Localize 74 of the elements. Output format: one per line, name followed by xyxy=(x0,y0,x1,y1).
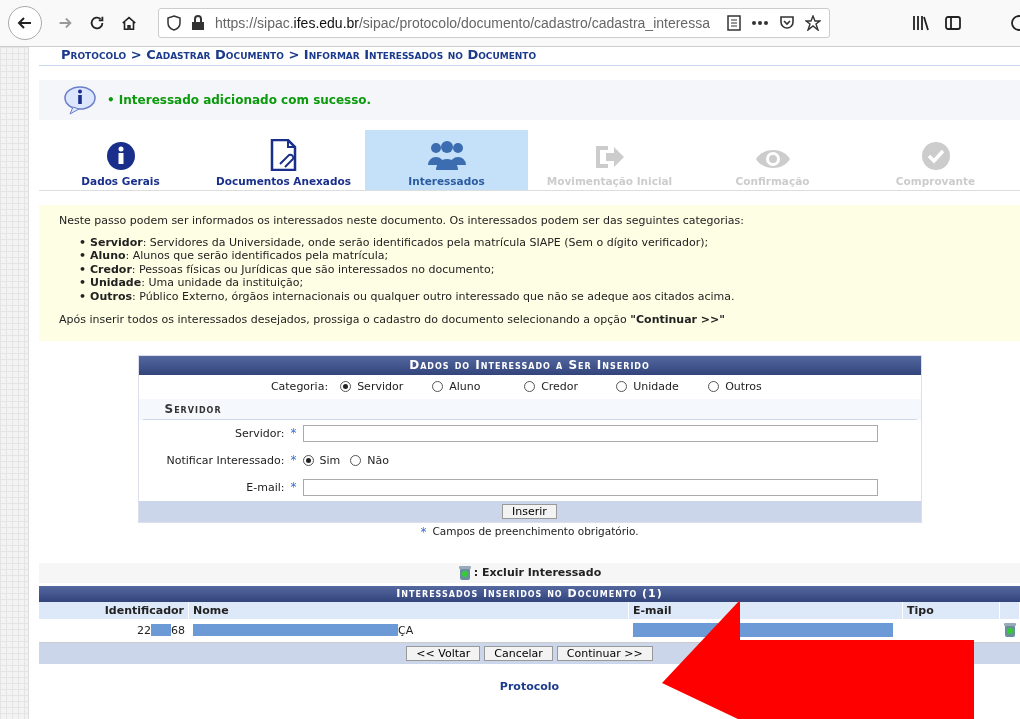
email-field[interactable] xyxy=(302,478,878,496)
reload-icon[interactable] xyxy=(88,14,106,32)
table-cell: ÇA xyxy=(398,623,414,637)
document-clip-icon xyxy=(268,139,299,171)
notify-radio[interactable]: Não xyxy=(350,453,389,467)
pocket-icon[interactable] xyxy=(779,15,795,31)
arrow-exit-icon xyxy=(593,143,626,171)
info-icon xyxy=(105,141,136,171)
column-header: Nome xyxy=(189,601,629,619)
star-icon[interactable] xyxy=(805,15,821,31)
insert-button[interactable]: Inserir xyxy=(502,503,557,519)
category-description: • Aluno: Alunos que serão identificados pela matrícula; xyxy=(79,249,390,263)
field-label: Servidor: xyxy=(233,426,285,440)
nav-button[interactable]: Continuar >> xyxy=(556,645,653,661)
bullet: • xyxy=(79,262,87,276)
success-message: • Interessado adicionado com sucesso. xyxy=(107,93,372,107)
category-description: • Unidade: Uma unidade da instituição; xyxy=(79,276,305,290)
breadcrumb: Protocolo > Cadastrar Documento > Informar Interessados no Documento xyxy=(39,47,1020,66)
people-icon xyxy=(427,139,466,171)
category-radio[interactable]: Aluno xyxy=(432,380,513,393)
more-icon[interactable] xyxy=(751,20,769,26)
column-header: Tipo xyxy=(903,601,1000,619)
lock-icon xyxy=(191,15,205,31)
legend-text: : Excluir Interessado xyxy=(473,566,602,579)
required-mark: * xyxy=(290,426,297,440)
category-radio[interactable]: Credor xyxy=(524,380,605,393)
wizard-step[interactable]: Interessados xyxy=(365,130,528,190)
field-label: Notificar Interessado: xyxy=(165,453,285,467)
wizard-step[interactable]: Documentos Anexados xyxy=(202,130,365,190)
category-radio[interactable]: Servidor xyxy=(340,380,421,393)
reader-icon[interactable] xyxy=(727,15,741,31)
home-icon[interactable] xyxy=(120,14,138,32)
footer-link[interactable]: Protocolo xyxy=(39,679,1020,693)
field-label: E-mail: xyxy=(245,480,285,494)
table-cell: 68 xyxy=(171,623,185,637)
info-icon xyxy=(63,85,97,115)
required-mark: * xyxy=(290,453,297,467)
nav-button[interactable]: Cancelar xyxy=(484,645,553,661)
form-title: Dados do Interessado a Ser Inserido xyxy=(138,355,921,375)
nav-button[interactable]: << Voltar xyxy=(406,645,481,661)
bullet: • xyxy=(79,289,87,303)
servidor-field[interactable] xyxy=(302,424,878,442)
category-description: • Credor: Pessoas físicas ou Jurídicas que são interessados no documento; xyxy=(79,262,496,276)
shield-icon xyxy=(167,15,181,31)
table-cell: 22 xyxy=(137,623,151,637)
required-mark: * xyxy=(290,480,297,494)
library-icon[interactable] xyxy=(912,14,930,32)
bullet: • xyxy=(79,249,87,263)
help-text: Após inserir todos os interessados desejados, prossiga o cadastro do documento selecionando a opção "Continuar >>" xyxy=(59,313,726,327)
category-radio[interactable]: Unidade xyxy=(616,380,697,393)
section-header: Servidor xyxy=(142,398,917,420)
url-text: https://sipac.ifes.edu.br/sipac/protocolo/documento/cadastro/cadastra_interessa xyxy=(215,15,711,31)
back-button[interactable] xyxy=(8,6,42,40)
field-label: Categoria: xyxy=(270,380,329,393)
help-text: Neste passo podem ser informados os interessados neste documento. Os interessados podem ser das seguintes categorias: xyxy=(59,214,746,228)
wizard-step[interactable]: Dados Gerais xyxy=(39,130,202,190)
eye-icon xyxy=(754,147,791,171)
notify-radio[interactable]: Sim xyxy=(302,453,341,467)
bullet: • xyxy=(79,235,87,249)
column-header: Identificador xyxy=(39,601,189,619)
category-radio[interactable]: Outros xyxy=(708,380,789,393)
sidebar-icon[interactable] xyxy=(944,14,962,32)
address-bar[interactable]: https://sipac.ifes.edu.br/sipac/protocolo/documento/cadastro/cadastra_interessa xyxy=(158,8,830,38)
bullet: • xyxy=(79,276,87,290)
redaction-block xyxy=(151,624,171,636)
category-description: • Servidor: Servidores da Universidade, onde serão identificados pela matrícula SIAPE (Sem o dígito verificador); xyxy=(79,235,710,249)
trash-icon[interactable] xyxy=(1004,622,1016,638)
table-title: Interessados Inseridos no Documento (1) xyxy=(39,585,1020,602)
account-icon[interactable] xyxy=(1010,14,1020,32)
required-note: Campos de preenchimento obrigatório. xyxy=(432,524,639,539)
check-circle-icon xyxy=(920,141,951,171)
trash-icon xyxy=(457,564,472,581)
category-description: • Outros: Público Externo, órgãos internacionais ou qualquer outro interessado que não se adeque aos citados acima. xyxy=(79,289,736,303)
required-mark: * xyxy=(420,524,427,539)
